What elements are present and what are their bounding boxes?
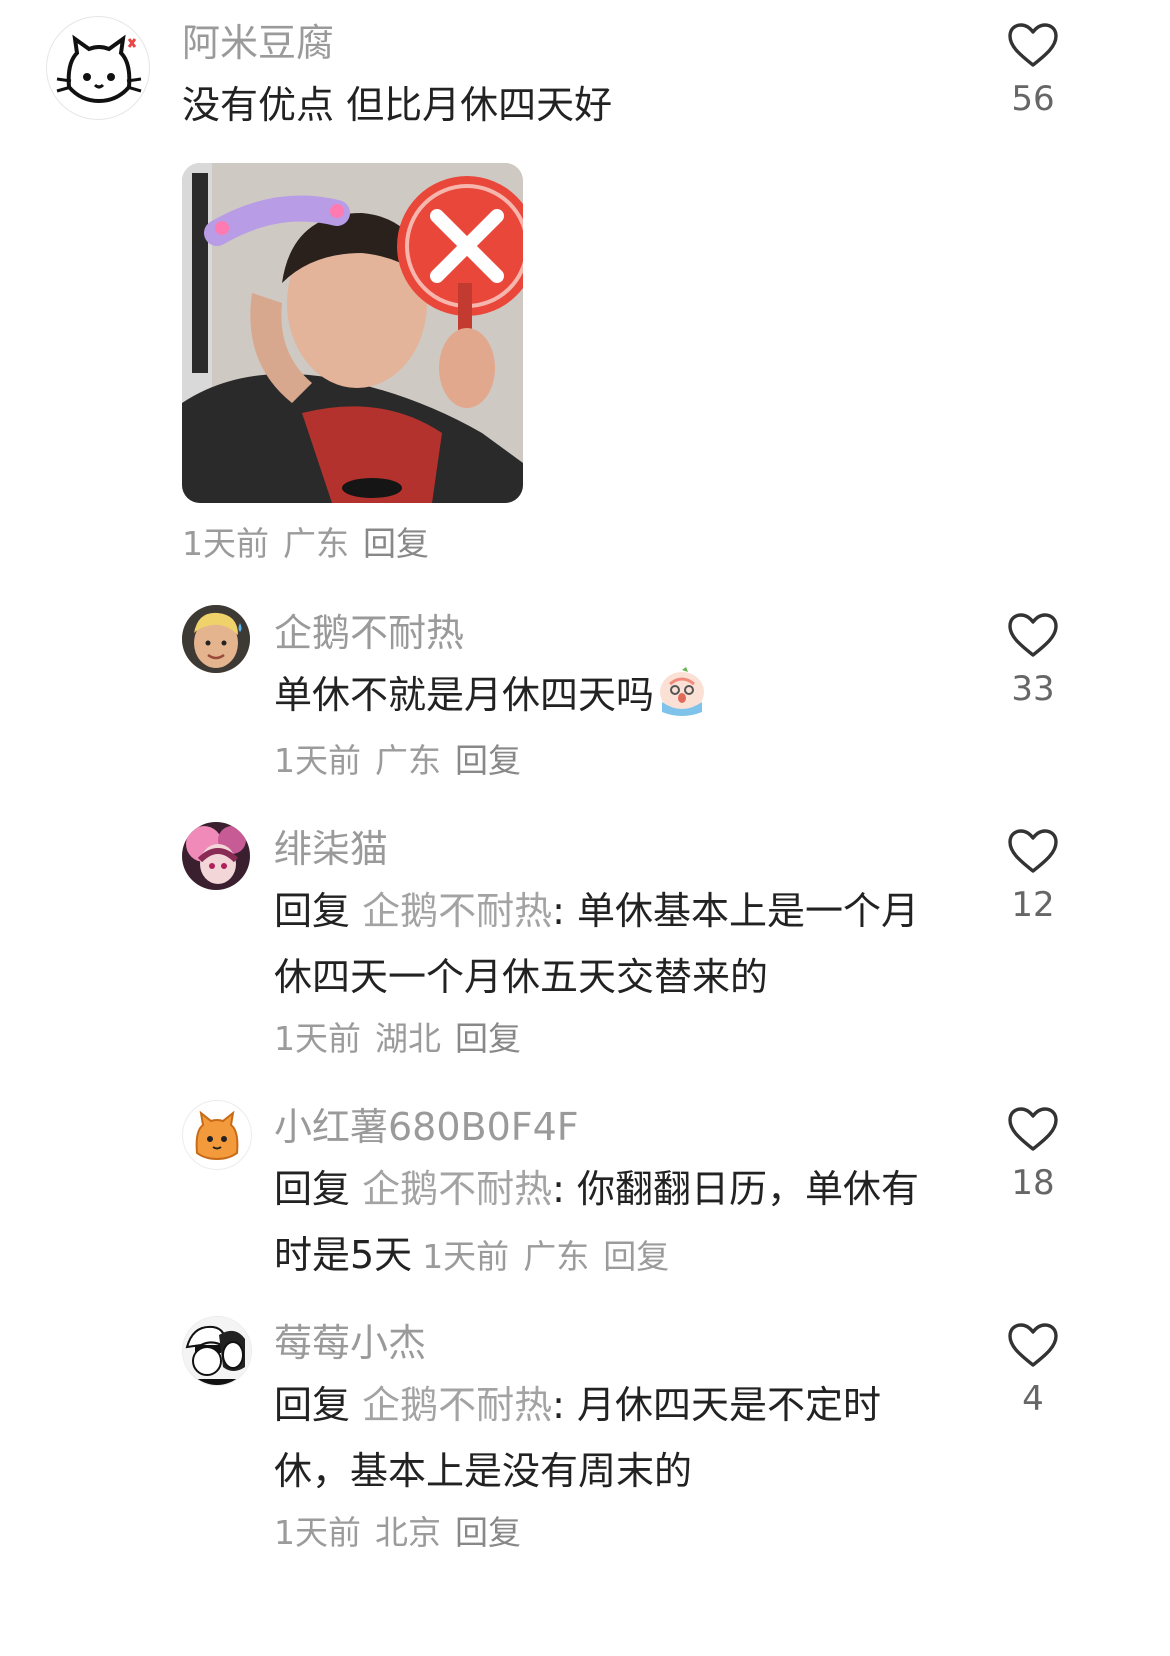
orange-cat-avatar-icon [195,1110,239,1161]
avatar-fei-qi-mao[interactable] [182,822,250,890]
comment-location: 广东 [375,741,441,780]
comment-text: 单休不就是月休四天吗 [274,662,974,728]
heart-outline-icon [1008,1323,1058,1367]
like-count: 33 [1011,669,1055,709]
comment-meta: 1天前 湖北 回复 [274,1022,535,1055]
cat-face-icon [56,34,142,104]
avatar-xiao-hong-shu[interactable] [182,1100,252,1170]
comment-time: 1天前 [182,524,269,563]
like-count: 18 [1011,1163,1055,1203]
comment-text: 回复 企鹅不耐热: 你翻翻日历，单休有时是5天 1天前 广东 回复 [274,1156,954,1290]
reply-to-username[interactable]: 企鹅不耐热 [362,1167,552,1211]
comment-username[interactable]: 阿米豆腐 [182,24,334,62]
comment-text: 回复 企鹅不耐热: 单休基本上是一个月休四天一个月休五天交替来的 [274,878,954,1010]
like-button[interactable]: 56 [988,22,1078,116]
reply-to-username[interactable]: 企鹅不耐热 [362,1383,552,1427]
like-button[interactable]: 18 [988,1106,1078,1200]
avatar-qie-e[interactable] [182,605,250,673]
reply-button[interactable]: 回复 [363,524,429,563]
comment-meta: 1天前 广东 回复 [182,527,443,560]
comment-location: 湖北 [375,1019,441,1058]
comment-text: 没有优点 但比月休四天好 [182,83,613,127]
comment-username[interactable]: 小红薯680B0F4F [274,1108,579,1146]
comment-location: 广东 [523,1237,590,1276]
reply-button[interactable]: 回复 [603,1237,669,1276]
comment-username[interactable]: 企鹅不耐热 [274,614,464,652]
like-count: 4 [1022,1379,1044,1419]
like-button[interactable]: 33 [988,612,1078,706]
heart-outline-icon [1008,23,1058,67]
heart-outline-icon [1008,1107,1058,1151]
heart-outline-icon [1008,829,1058,873]
comment-image[interactable] [182,163,523,503]
comment-time: 1天前 [274,1019,361,1058]
like-count: 12 [1011,885,1055,925]
comment-time: 1天前 [274,1513,361,1552]
anime-avatar [182,822,250,890]
reply-prefix: 回复 [274,889,351,933]
comment-time: 1天前 [274,741,361,780]
reply-to-username[interactable]: 企鹅不耐热 [362,889,552,933]
reply-button[interactable]: 回复 [455,1513,521,1552]
meme-photo [182,163,523,503]
avatar-ami-doufu[interactable] [46,16,150,120]
heart-outline-icon [1008,613,1058,657]
reply-prefix: 回复 [274,1383,351,1427]
like-button[interactable]: 12 [988,828,1078,922]
reply-button[interactable]: 回复 [455,1019,521,1058]
comment-meta: 1天前 广东 回复 [274,744,535,777]
reply-prefix: 回复 [274,1167,351,1211]
comment-username[interactable]: 莓莓小杰 [274,1324,426,1362]
like-button[interactable]: 4 [988,1322,1078,1416]
comment-text-body: 单休不就是月休四天吗 [274,673,655,717]
like-count: 56 [1011,79,1055,119]
comment-text: 回复 企鹅不耐热: 月休四天是不定时休，基本上是没有周末的 [274,1372,934,1504]
comment-username[interactable]: 绯柒猫 [274,830,388,868]
comment-time: 1天前 [422,1237,510,1276]
comment-location: 广东 [283,524,349,563]
user-photo-avatar [182,605,250,673]
manga-avatar [183,1317,251,1385]
comment-location: 北京 [375,1513,441,1552]
avatar-mei-mei-xiao-jie[interactable] [182,1316,252,1386]
comment-meta: 1天前 北京 回复 [274,1516,535,1549]
reply-button[interactable]: 回复 [455,741,521,780]
comment-meta: 1天前 广东 回复 [422,1237,683,1276]
crying-face-emoji-icon [660,667,705,716]
